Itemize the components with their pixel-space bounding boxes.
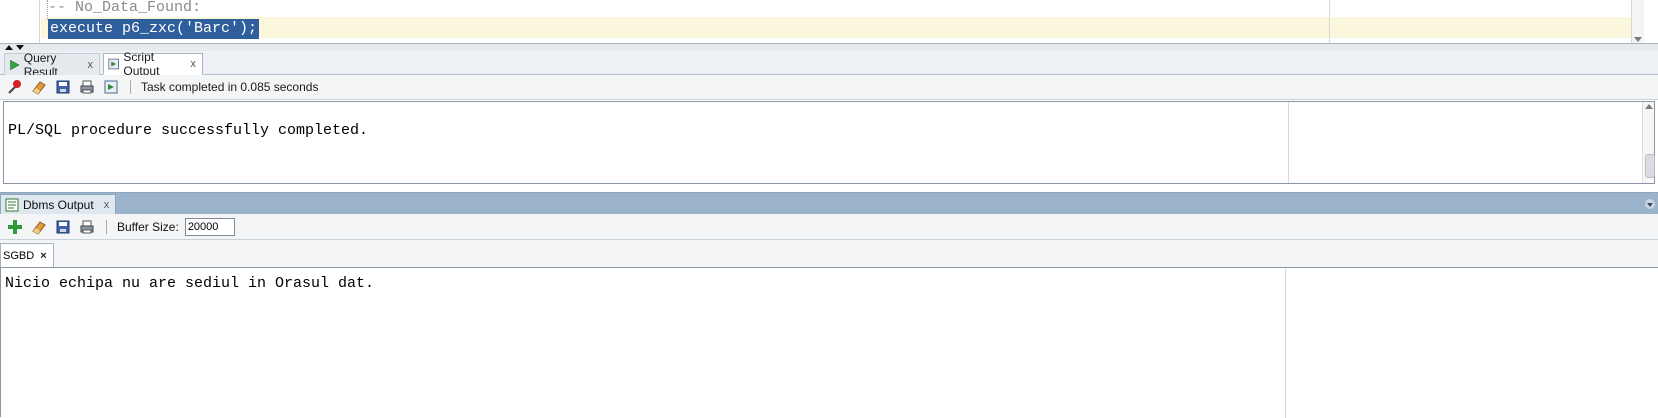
scroll-down-icon[interactable] xyxy=(1634,37,1642,42)
toolbar-separator xyxy=(130,80,131,94)
tab-script-output-label: Script Output xyxy=(123,50,160,78)
tab-connection-sgbd[interactable]: SGBD × xyxy=(0,243,54,267)
task-status: Task completed in 0.085 seconds xyxy=(141,80,319,94)
scroll-up-icon[interactable] xyxy=(1645,104,1653,109)
script-output-icon xyxy=(108,58,119,70)
save-icon[interactable] xyxy=(54,78,72,96)
editor-line-selected[interactable]: execute p6_zxc('Barc'); xyxy=(48,19,260,39)
output-right-margin xyxy=(1288,102,1289,183)
tab-dbms-output[interactable]: Dbms Output x xyxy=(0,194,117,215)
toolbar-separator xyxy=(106,219,107,234)
editor-splitter[interactable] xyxy=(0,44,1658,51)
sql-editor[interactable]: -- No_Data_Found: execute p6_zxc('Barc')… xyxy=(0,0,1658,44)
dbms-output-panel[interactable]: Nicio echipa nu are sediul in Orasul dat… xyxy=(0,267,1658,418)
editor-gutter xyxy=(0,0,40,43)
editor-right-margin xyxy=(1329,0,1330,43)
script-output-panel[interactable]: PL/SQL procedure successfully completed. xyxy=(3,101,1655,184)
collapse-down-icon[interactable] xyxy=(16,45,24,50)
results-tab-bar: Query Result x Script Output x xyxy=(0,50,1658,79)
script-output-text: PL/SQL procedure successfully completed. xyxy=(8,122,369,139)
dbms-output-header: Dbms Output x xyxy=(0,192,1658,215)
tab-script-output[interactable]: Script Output x xyxy=(103,50,203,78)
save-icon[interactable] xyxy=(54,218,72,236)
script-output-toolbar: Task completed in 0.085 seconds xyxy=(0,75,1658,100)
script-output-scrollbar[interactable] xyxy=(1642,102,1655,183)
eraser-icon[interactable] xyxy=(30,78,48,96)
dbms-output-text: Nicio echipa nu are sediul in Orasul dat… xyxy=(5,275,375,292)
editor-scrollbar[interactable] xyxy=(1631,0,1644,43)
dbms-output-toolbar: Buffer Size: xyxy=(0,214,1658,240)
tab-dbms-output-close[interactable]: x xyxy=(104,199,110,211)
buffer-size-label: Buffer Size: xyxy=(117,219,179,234)
play-icon xyxy=(10,59,20,70)
print-icon[interactable] xyxy=(78,218,96,236)
dbms-output-icon xyxy=(5,198,19,212)
tab-script-output-close[interactable]: x xyxy=(191,58,197,70)
current-line-highlight xyxy=(41,17,1631,38)
minimize-panel-icon[interactable] xyxy=(1645,199,1655,209)
connection-tab-bar: SGBD × xyxy=(0,240,1658,267)
eraser-icon[interactable] xyxy=(30,218,48,236)
connection-tab-label: SGBD xyxy=(3,249,35,262)
pin-icon[interactable] xyxy=(6,78,24,96)
scrollbar-thumb[interactable] xyxy=(1645,154,1655,178)
buffer-size-input[interactable] xyxy=(184,217,235,236)
collapse-up-icon[interactable] xyxy=(5,45,13,50)
add-connection-icon[interactable] xyxy=(6,218,24,236)
print-icon[interactable] xyxy=(78,78,96,96)
editor-line-comment[interactable]: -- No_Data_Found: xyxy=(48,0,201,16)
tab-query-result-close[interactable]: x xyxy=(88,59,94,71)
run-script-icon[interactable] xyxy=(102,78,120,96)
tab-query-result[interactable]: Query Result x xyxy=(4,51,100,79)
output-right-margin xyxy=(1285,268,1286,418)
tab-dbms-output-label: Dbms Output xyxy=(23,198,94,212)
connection-tab-close[interactable]: × xyxy=(40,250,46,262)
